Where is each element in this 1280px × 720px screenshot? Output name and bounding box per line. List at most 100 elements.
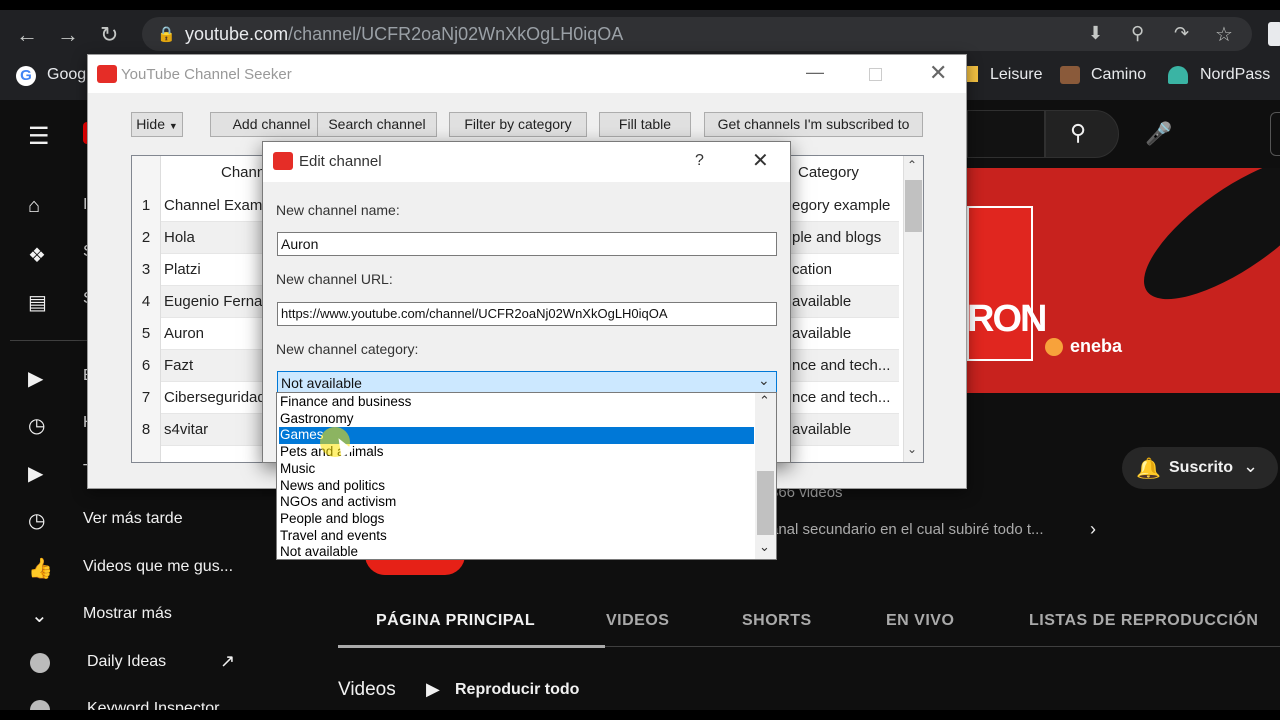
play-all-button[interactable]: Reproducir todo (455, 681, 579, 699)
hide-dropdown[interactable]: Hide ▼ (131, 112, 183, 137)
chevron-down-icon[interactable]: ⌄ (758, 372, 770, 389)
chevron-down-icon[interactable]: ⌄ (1243, 456, 1258, 477)
cell-channel[interactable]: s4vitar (164, 414, 264, 446)
cell-category[interactable]: nce and tech... (792, 382, 902, 414)
tab-home[interactable]: PÁGINA PRINCIPAL (376, 612, 535, 630)
chevron-down-icon[interactable]: ⌄ (31, 603, 48, 628)
cell-category[interactable]: available (792, 286, 902, 318)
hide-label: Hide (136, 116, 165, 132)
sidebar-item-watch-later[interactable]: Ver más tarde (83, 510, 183, 528)
option-finance[interactable]: Finance and business (279, 394, 754, 411)
bookmark-google[interactable]: Goog (47, 66, 86, 84)
cell-channel[interactable]: Platzi (164, 254, 264, 286)
chevron-right-icon[interactable]: › (1090, 519, 1096, 540)
like-icon[interactable]: 👍 (28, 556, 53, 581)
channel-url-input[interactable]: https://www.youtube.com/channel/UCFR2oaN… (277, 302, 777, 326)
history-icon[interactable]: ◷ (28, 413, 45, 438)
url-text[interactable]: youtube.com/channel/UCFR2oaNj02WnXkOgLH0… (185, 24, 623, 45)
subscriptions-icon[interactable]: ▤ (28, 290, 47, 315)
reload-icon[interactable]: ↻ (100, 22, 118, 48)
zoom-icon[interactable]: ⚲ (1131, 23, 1144, 44)
tab-videos[interactable]: VIDEOS (606, 612, 669, 630)
maximize-icon[interactable] (869, 68, 882, 81)
close-icon[interactable]: ✕ (752, 148, 769, 173)
play-icon[interactable]: ▶ (426, 679, 440, 700)
option-music[interactable]: Music (279, 461, 754, 478)
watch-later-icon[interactable]: ◷ (28, 508, 45, 533)
microphone-icon[interactable]: 🎤 (1145, 121, 1172, 147)
option-not-available[interactable]: Not available (279, 544, 754, 561)
cell-category[interactable]: nce and tech... (792, 350, 902, 382)
sidebar-item-show-more[interactable]: Mostrar más (83, 605, 172, 623)
row-number: 2 (141, 229, 151, 246)
scroll-down-icon[interactable]: ⌄ (759, 539, 770, 555)
option-people[interactable]: People and blogs (279, 511, 754, 528)
lock-icon[interactable]: 🔒 (157, 25, 176, 43)
scroll-down-icon[interactable]: ⌄ (907, 442, 917, 456)
external-link-icon[interactable]: ↗ (220, 651, 235, 672)
cell-category[interactable]: available (792, 318, 902, 350)
cell-channel[interactable]: Ciberseguridad (164, 382, 264, 414)
install-icon[interactable]: ⬇ (1088, 23, 1103, 44)
bell-icon[interactable]: 🔔 (1136, 456, 1161, 481)
table-scroll-thumb[interactable] (905, 180, 922, 232)
header-category[interactable]: Category (798, 164, 859, 181)
tab-playlists[interactable]: LISTAS DE REPRODUCCIÓN (1029, 612, 1258, 630)
cell-category[interactable]: ple and blogs (792, 222, 902, 254)
eneba-logo-icon (1045, 338, 1063, 356)
add-channel-button[interactable]: Add channel (210, 112, 333, 137)
option-travel[interactable]: Travel and events (279, 528, 754, 545)
your-videos-icon[interactable]: ▶ (28, 461, 43, 486)
option-games[interactable]: Games (279, 427, 754, 445)
close-icon[interactable]: ✕ (929, 60, 947, 86)
share-icon[interactable]: ↷ (1174, 23, 1189, 44)
bookmark-camino[interactable]: Camino (1091, 66, 1146, 84)
channel-name-input[interactable]: Auron (277, 232, 777, 256)
bookmark-leisure[interactable]: Leisure (990, 66, 1042, 84)
cell-category[interactable]: cation (792, 254, 902, 286)
cell-category[interactable]: egory example (792, 190, 902, 222)
help-button[interactable]: ? (695, 152, 704, 170)
dropdown-scrollbar[interactable]: ⌃ ⌄ (755, 393, 776, 559)
option-gastronomy[interactable]: Gastronomy (279, 411, 754, 428)
cell-channel[interactable]: Auron (164, 318, 264, 350)
account-button[interactable] (1270, 112, 1280, 156)
extension-icon[interactable] (1268, 22, 1280, 46)
dropdown-scroll-thumb[interactable] (757, 471, 774, 535)
subscribed-channels-button[interactable]: Get channels I'm subscribed to (704, 112, 923, 137)
app-icon (273, 152, 293, 170)
option-ngos[interactable]: NGOs and activism (279, 494, 754, 511)
fill-table-button[interactable]: Fill table (599, 112, 691, 137)
sidebar-item-daily-ideas[interactable]: Daily Ideas (87, 653, 166, 671)
library-icon[interactable]: ▶ (28, 366, 43, 391)
cell-channel[interactable]: Fazt (164, 350, 264, 382)
url-host: youtube.com (185, 24, 289, 44)
search-channel-button[interactable]: Search channel (317, 112, 437, 137)
folder-icon (966, 66, 978, 82)
forward-icon[interactable]: → (57, 22, 79, 48)
scroll-up-icon[interactable]: ⌃ (907, 158, 917, 172)
shorts-icon[interactable]: ❖ (28, 243, 46, 268)
back-icon[interactable]: ← (16, 22, 38, 48)
option-news[interactable]: News and politics (279, 478, 754, 495)
sidebar-item-liked[interactable]: Videos que me gus... (83, 558, 233, 576)
header-channel[interactable]: Chann (221, 164, 265, 181)
bookmark-nordpass[interactable]: NordPass (1200, 66, 1270, 84)
cell-channel[interactable]: Channel Examp (164, 190, 264, 222)
cell-category[interactable]: available (792, 414, 902, 446)
star-icon[interactable]: ☆ (1215, 22, 1233, 47)
scroll-up-icon[interactable]: ⌃ (759, 393, 770, 409)
minimize-icon[interactable]: — (806, 62, 824, 83)
tab-live[interactable]: EN VIVO (886, 612, 954, 630)
sidebar-item-keyword-inspector[interactable]: Keyword Inspector (87, 700, 220, 710)
search-box[interactable] (967, 110, 1045, 158)
name-label: New channel name: (276, 202, 400, 218)
cell-channel[interactable]: Hola (164, 222, 264, 254)
menu-icon[interactable]: ☰ (28, 122, 50, 151)
cell-channel[interactable]: Eugenio Ferna (164, 286, 264, 318)
tab-shorts[interactable]: SHORTS (742, 612, 812, 630)
home-icon[interactable]: ⌂ (28, 195, 40, 218)
search-icon: ⚲ (1070, 120, 1087, 145)
channel-description[interactable]: anal secundario en el cual subiré todo t… (770, 521, 1044, 538)
filter-category-button[interactable]: Filter by category (449, 112, 587, 137)
